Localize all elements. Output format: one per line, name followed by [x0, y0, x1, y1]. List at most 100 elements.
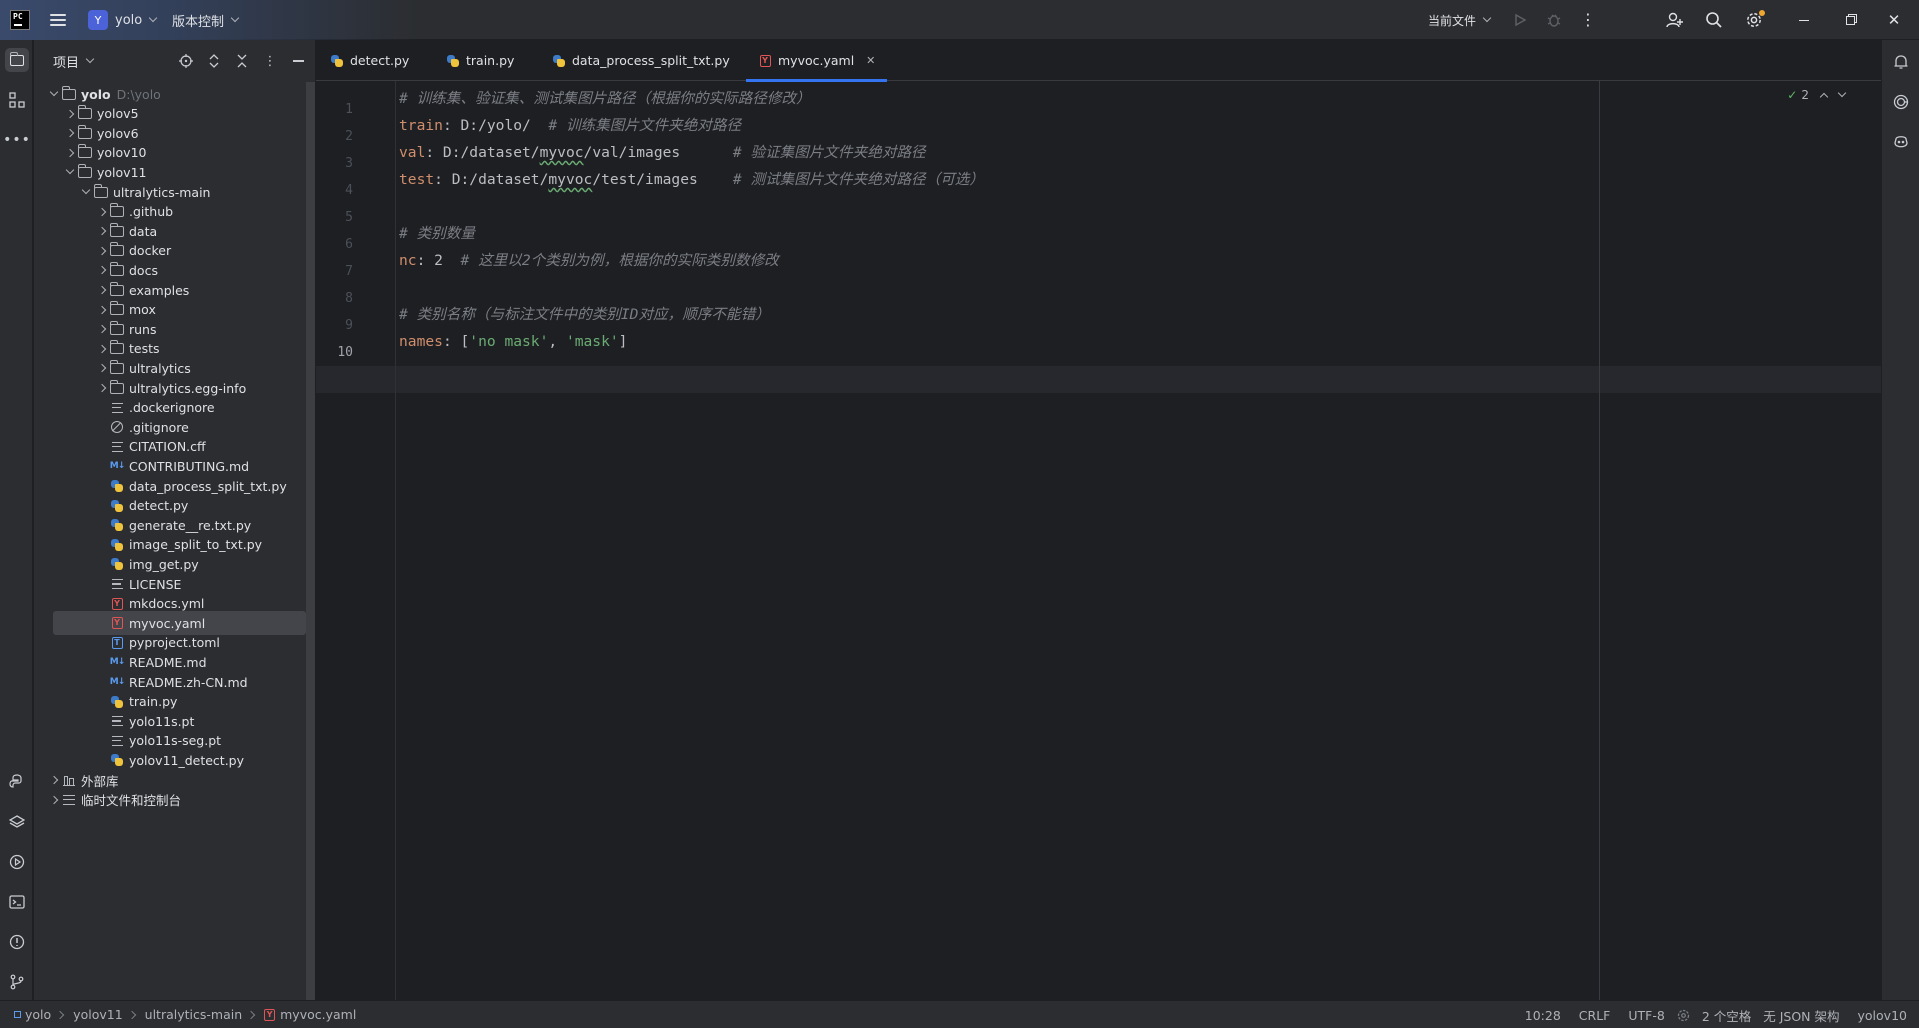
- notifications-button[interactable]: [1889, 50, 1913, 74]
- tree-arrow[interactable]: [94, 364, 110, 373]
- editor-tab[interactable]: detect.py: [330, 40, 409, 81]
- services-tool-button[interactable]: [5, 850, 29, 874]
- tree-arrow[interactable]: [94, 344, 110, 354]
- tree-arrow[interactable]: [94, 324, 110, 334]
- status-bar: yolo yolov11 ultralytics-main Ymyvoc.yaml 1…: [0, 1000, 1919, 1028]
- line-ending[interactable]: CRLF: [1579, 1008, 1611, 1023]
- editor-tab[interactable]: data_process_split_txt.py: [552, 40, 730, 81]
- python-file-icon: [111, 538, 123, 551]
- editor-tab[interactable]: Ymyvoc.yaml ✕: [746, 40, 888, 82]
- collapse-all-button[interactable]: [230, 49, 254, 73]
- hide-panel-button[interactable]: [286, 49, 310, 73]
- file-encoding[interactable]: UTF-8: [1628, 1008, 1664, 1023]
- project-panel-title[interactable]: 项目: [53, 52, 79, 71]
- tree-arrow[interactable]: [94, 246, 110, 256]
- locate-file-button[interactable]: [174, 49, 198, 73]
- line-number: 1: [345, 102, 353, 117]
- code-token: # 这里以2个类别为例，根据你的实际类别数修改: [460, 252, 779, 269]
- close-icon[interactable]: ✕: [866, 54, 875, 67]
- python-interpreter[interactable]: yolov10: [1858, 1008, 1907, 1023]
- project-switcher[interactable]: Y yolo: [88, 0, 158, 40]
- run-config-selector[interactable]: 当前文件: [1428, 0, 1492, 40]
- run-button[interactable]: [1506, 6, 1534, 34]
- python-file-icon: [553, 54, 565, 67]
- folder-file-icon: [109, 359, 124, 374]
- settings-button[interactable]: [1740, 6, 1768, 34]
- tree-arrow[interactable]: [94, 207, 110, 216]
- tree-arrow[interactable]: [78, 185, 94, 195]
- inspection-widget[interactable]: ✓ 2: [1787, 88, 1847, 102]
- code-with-me-button[interactable]: [1661, 6, 1689, 34]
- app-logo[interactable]: PC: [10, 0, 30, 40]
- code-line[interactable]: # 训练集、验证集、测试集图片路径（根据你的实际路径修改）: [399, 85, 811, 112]
- json-schema[interactable]: 无 JSON 架构: [1763, 1006, 1839, 1025]
- more-actions-button[interactable]: ⋮: [1574, 6, 1602, 34]
- indent-setting[interactable]: 2 个空格: [1702, 1006, 1751, 1025]
- main-menu-button[interactable]: [50, 0, 66, 40]
- expand-all-button[interactable]: [202, 49, 226, 73]
- vcs-menu[interactable]: 版本控制: [172, 0, 240, 40]
- inspection-count: 2: [1801, 88, 1809, 102]
- problems-tool-button[interactable]: [5, 930, 29, 954]
- tree-arrow[interactable]: [46, 87, 62, 97]
- structure-tool-button[interactable]: [5, 88, 29, 112]
- toml-file-icon: T: [111, 636, 123, 649]
- tree-arrow[interactable]: [62, 148, 78, 158]
- code-line[interactable]: val: D:/dataset/myvoc/val/images # 验证集图片…: [399, 139, 926, 166]
- code-token: /test/images: [592, 171, 733, 188]
- python-packages-button[interactable]: [5, 770, 29, 794]
- panel-options-button[interactable]: ⋮: [258, 49, 282, 73]
- previous-highlight-icon[interactable]: [1819, 92, 1829, 102]
- more-tools-button[interactable]: •••: [3, 128, 30, 152]
- terminal-tool-button[interactable]: [5, 890, 29, 914]
- tree-item[interactable]: 临时文件和控制台: [34, 788, 309, 812]
- tree-arrow[interactable]: [94, 226, 110, 236]
- tree-arrow[interactable]: [94, 305, 110, 314]
- hamburger-menu-icon: [50, 14, 66, 26]
- next-highlight-icon[interactable]: [1837, 88, 1847, 98]
- code-line[interactable]: names: ['no mask', 'mask']: [399, 328, 627, 355]
- tree-arrow[interactable]: [62, 128, 78, 138]
- breadcrumb-item[interactable]: yolov11: [73, 1007, 122, 1022]
- chevron-right-icon: [97, 246, 107, 256]
- code-line[interactable]: # 类别名称（与标注文件中的类别ID对应，顺序不能错）: [399, 301, 770, 328]
- tree-arrow[interactable]: [46, 795, 62, 804]
- editor-tab[interactable]: train.py: [446, 40, 514, 81]
- ai-assistant-button[interactable]: [1889, 90, 1913, 114]
- close-window-button[interactable]: ✕: [1880, 6, 1908, 34]
- code-line[interactable]: train: D:/yolo/ # 训练集图片文件夹绝对路径: [399, 112, 741, 139]
- close-icon: ✕: [1887, 10, 1901, 29]
- layers-tool-button[interactable]: [5, 810, 29, 834]
- run-icon: [1515, 13, 1527, 27]
- tree-arrow[interactable]: [46, 775, 62, 785]
- tree-arrow[interactable]: [94, 266, 110, 275]
- tree-arrow[interactable]: [62, 166, 78, 175]
- readonly-toggle[interactable]: [1677, 1009, 1690, 1022]
- restore-window-button[interactable]: [1836, 6, 1864, 34]
- code-line[interactable]: # 类别数量: [399, 220, 475, 247]
- breadcrumb-item[interactable]: ultralytics-main: [145, 1007, 242, 1022]
- text-file-icon: [111, 716, 123, 727]
- lib-file-icon: [62, 774, 76, 786]
- breadcrumb-item[interactable]: Ymyvoc.yaml: [264, 1007, 356, 1022]
- py-file-icon: [552, 54, 566, 67]
- py-file-icon: [110, 538, 124, 551]
- project-tool-button[interactable]: [5, 48, 29, 72]
- search-everywhere-button[interactable]: [1700, 6, 1728, 34]
- caret-position[interactable]: 10:28: [1525, 1008, 1561, 1023]
- breadcrumb-item[interactable]: yolo: [14, 1007, 51, 1022]
- minimize-window-button[interactable]: [1790, 6, 1818, 34]
- code-token: names: [399, 333, 443, 350]
- chevron-down-icon[interactable]: [85, 54, 95, 64]
- layers-icon: [9, 815, 25, 828]
- code-line[interactable]: test: D:/dataset/myvoc/test/images # 测试集…: [399, 166, 984, 193]
- project-scrollbar[interactable]: [306, 82, 315, 1000]
- git-tool-button[interactable]: [5, 970, 29, 994]
- copilot-button[interactable]: [1889, 130, 1913, 154]
- tree-arrow[interactable]: [94, 383, 110, 393]
- folder-file-icon: [109, 242, 124, 257]
- tree-arrow[interactable]: [62, 109, 78, 118]
- tree-arrow[interactable]: [94, 285, 110, 295]
- code-line[interactable]: nc: 2 # 这里以2个类别为例，根据你的实际类别数修改: [399, 247, 779, 274]
- debug-button[interactable]: [1540, 6, 1568, 34]
